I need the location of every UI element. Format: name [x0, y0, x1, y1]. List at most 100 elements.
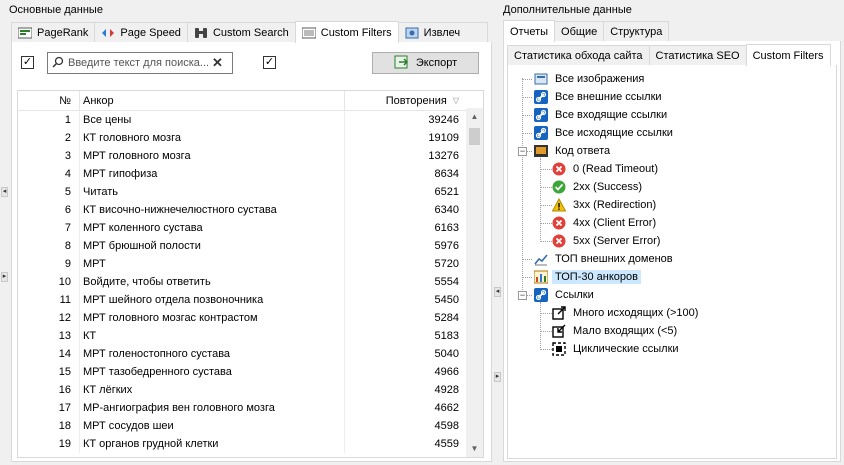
sort-desc-icon: ▽ [452, 96, 459, 105]
row-reps: 39246 [344, 111, 465, 129]
table-row[interactable]: 11 МРТ шейного отдела позвоночника 5450 [18, 291, 483, 309]
search-input[interactable] [68, 57, 208, 69]
scroll-down-icon[interactable]: ▼ [466, 440, 483, 457]
scroll-thumb[interactable] [469, 128, 480, 145]
table-row[interactable]: 1 Все цены 39246 [18, 111, 483, 129]
tree-node[interactable]: Ссылки [534, 286, 597, 304]
row-anchor: МРТ гипофиза [79, 165, 344, 183]
tree-node[interactable]: 0 (Read Timeout) [552, 160, 661, 178]
subtab-seo-stats[interactable]: Статистика SEO [648, 45, 747, 65]
row-reps: 8634 [344, 165, 465, 183]
row-num: 10 [58, 276, 71, 288]
table-vscrollbar[interactable]: ▲ ▼ [466, 108, 483, 457]
tab-custom-filters[interactable]: Custom Filters [294, 21, 399, 43]
tab-general[interactable]: Общие [554, 21, 605, 41]
row-anchor: КТ [79, 327, 344, 345]
tree-node[interactable]: 3xx (Redirection) [552, 196, 659, 214]
table-row[interactable]: 7 МРТ коленного сустава 6163 [18, 219, 483, 237]
row-num: 1 [64, 114, 71, 126]
row-num: 13 [58, 330, 71, 342]
collapse-right-icon[interactable]: ◂ [494, 287, 501, 297]
header-anchor[interactable]: Анкор [79, 91, 344, 110]
table-row[interactable]: 3 МРТ головного мозга 13276 [18, 147, 483, 165]
tree-node[interactable]: 4xx (Client Error) [552, 214, 659, 232]
row-num: 4 [64, 168, 71, 180]
tree-node[interactable]: 2xx (Success) [552, 178, 645, 196]
row-num: 16 [58, 384, 71, 396]
table-row[interactable]: 18 МРТ сосудов шеи 4598 [18, 417, 483, 435]
table-row[interactable]: 8 МРТ брюшной полости 5976 [18, 237, 483, 255]
collapse-left-icon[interactable]: ◂ [1, 187, 8, 197]
chart-icon [534, 252, 548, 266]
table-row[interactable]: 13 КТ 5183 [18, 327, 483, 345]
row-reps: 5450 [344, 291, 465, 309]
table-row[interactable]: 16 КТ лёгких 4928 [18, 381, 483, 399]
table-body: 1 Все цены 39246 2 КТ головного мозга 19109 3 М… [18, 111, 483, 453]
header-reps[interactable]: Повторения ▽ [344, 91, 465, 110]
row-anchor: МРТ головного мозга [79, 147, 344, 165]
left-section-label: Основные данные [9, 4, 103, 16]
tree-node[interactable]: Циклические ссылки [552, 340, 682, 358]
table-row[interactable]: 15 МРТ тазобедренного сустава 4966 [18, 363, 483, 381]
tab-pagerank-label: PageRank [37, 26, 89, 39]
row-num: 7 [64, 222, 71, 234]
table-row[interactable]: 10 Войдите, чтобы ответить 5554 [18, 273, 483, 291]
tree-node[interactable]: Все изображения [534, 70, 647, 88]
table-row[interactable]: 14 МРТ голеностопного сустава 5040 [18, 345, 483, 363]
tree-guide-line [540, 223, 552, 224]
row-anchor: МРТ коленного сустава [79, 219, 344, 237]
row-reps: 4598 [344, 417, 465, 435]
tree-node[interactable]: ТОП внешних доменов [534, 250, 676, 268]
table-row[interactable]: 17 МР-ангиография вен головного мозга 4662 [18, 399, 483, 417]
tab-reports[interactable]: Отчеты [503, 20, 556, 42]
table-row[interactable]: 19 КТ органов грудной клетки 4559 [18, 435, 483, 453]
tab-pagerank[interactable]: PageRank [11, 22, 96, 42]
row-anchor: КТ головного мозга [79, 129, 344, 147]
outgoing-icon [552, 306, 566, 320]
tree-node[interactable]: Мало входящих (<5) [552, 322, 680, 340]
header-num[interactable]: № [18, 95, 79, 107]
tree-node-label: ТОП-30 анкоров [552, 270, 641, 284]
link-icon [534, 288, 548, 302]
tree-node[interactable]: Все входящие ссылки [534, 106, 670, 124]
table-row[interactable]: 6 КТ височно-нижнечелюстного сустава 6340 [18, 201, 483, 219]
row-anchor: МРТ тазобедренного сустава [79, 363, 344, 381]
export-button[interactable]: Экспорт [372, 52, 479, 74]
row-num: 5 [64, 186, 71, 198]
tab-custom-search[interactable]: Custom Search [186, 22, 296, 42]
table-row[interactable]: 5 Читать 6521 [18, 183, 483, 201]
tab-structure[interactable]: Структура [603, 21, 670, 41]
tree-node-label: Код ответа [555, 145, 611, 157]
tree-node[interactable]: Все внешние ссылки [534, 88, 665, 106]
tree-node[interactable]: Все исходящие ссылки [534, 124, 676, 142]
expand-right-icon[interactable]: ▸ [494, 372, 501, 382]
search-icon [52, 56, 64, 71]
expand-left-icon[interactable]: ▸ [1, 272, 8, 282]
collapse-node-icon[interactable]: − [518, 147, 527, 156]
table-row[interactable]: 9 МРТ 5720 [18, 255, 483, 273]
tree-node-label: Циклические ссылки [573, 343, 679, 355]
tab-page-speed[interactable]: Page Speed [94, 22, 188, 42]
tree-node[interactable]: Код ответа [534, 142, 613, 160]
subtab-crawl-stats[interactable]: Статистика обхода сайта [507, 45, 650, 65]
tree-guide-line [540, 349, 552, 350]
table-row[interactable]: 4 МРТ гипофиза 8634 [18, 165, 483, 183]
scroll-up-icon[interactable]: ▲ [466, 108, 483, 125]
table-row[interactable]: 2 КТ головного мозга 19109 [18, 129, 483, 147]
clear-search-icon[interactable]: ✕ [212, 55, 223, 71]
table-row[interactable]: 12 МРТ головного мозгас контрастом 5284 [18, 309, 483, 327]
incoming-icon [552, 324, 566, 338]
tree-node[interactable]: 5xx (Server Error) [552, 232, 663, 250]
filter-checkbox-1[interactable]: ✓ [21, 56, 34, 69]
tab-extract[interactable]: Извлеч [397, 22, 488, 42]
tree-node-label: Ссылки [555, 289, 594, 301]
left-tabbar: PageRank Page Speed Custom Search Custom… [11, 21, 492, 43]
collapse-node-icon[interactable]: − [518, 291, 527, 300]
tree-guide-line [540, 187, 552, 188]
subtab-custom-filters[interactable]: Custom Filters [745, 44, 831, 66]
error-icon [552, 234, 566, 248]
filter-checkbox-2[interactable]: ✓ [263, 56, 276, 69]
tree-node[interactable]: ТОП-30 анкоров [534, 268, 641, 286]
search-box[interactable]: ✕ [47, 52, 233, 74]
tree-node[interactable]: Много исходящих (>100) [552, 304, 701, 322]
